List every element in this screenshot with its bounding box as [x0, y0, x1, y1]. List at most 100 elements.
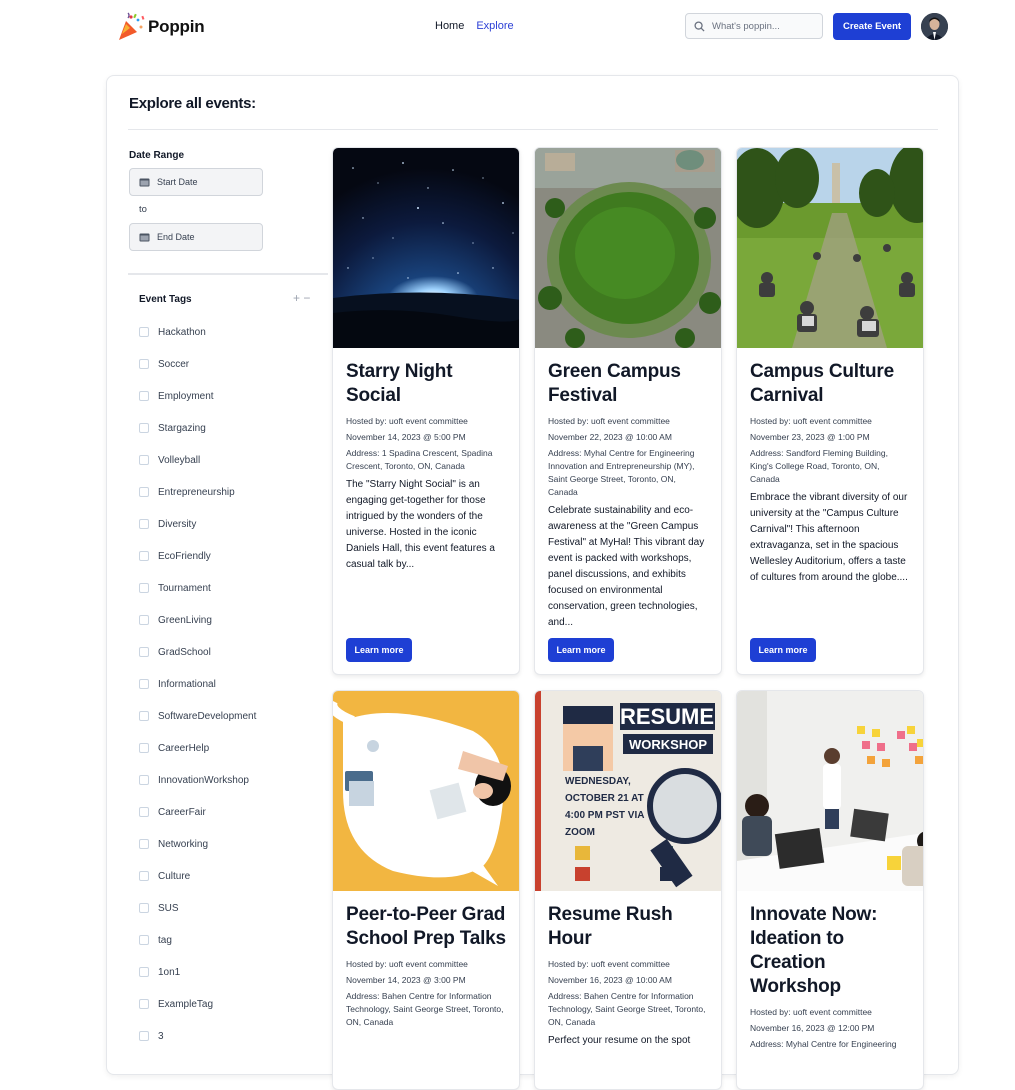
- event-title: Campus Culture Carnival: [750, 361, 894, 406]
- tag-checkbox[interactable]: [139, 551, 149, 561]
- tag-checkbox[interactable]: [139, 423, 149, 433]
- page-title: Explore all events:: [129, 95, 256, 112]
- event-image-green-campus: [535, 148, 721, 348]
- tag-checkbox[interactable]: [139, 647, 149, 657]
- app-name: Poppin: [148, 17, 205, 36]
- event-card[interactable]: Campus Culture Carnival Hosted by: uoft …: [736, 147, 924, 675]
- tag-filter-item[interactable]: Diversity: [139, 517, 196, 531]
- tag-checkbox[interactable]: [139, 679, 149, 689]
- search-box[interactable]: [685, 13, 823, 39]
- event-card[interactable]: RESUME WORKSHOP WEDNESDAY, OCTOBER 21 AT…: [534, 690, 722, 1090]
- create-event-button[interactable]: Create Event: [833, 13, 911, 40]
- tag-checkbox[interactable]: [139, 967, 149, 977]
- event-address: Address: 1 Spadina Crescent, Spadina Cre…: [346, 448, 493, 471]
- tag-label: Tournament: [158, 582, 211, 594]
- tag-filter-item[interactable]: EcoFriendly: [139, 549, 211, 563]
- event-address: Address: Myhal Centre for Engineering: [750, 1039, 897, 1049]
- tag-label: tag: [158, 934, 172, 946]
- tag-filter-item[interactable]: tag: [139, 933, 172, 947]
- event-card[interactable]: Innovate Now: Ideation to Creation Works…: [736, 690, 924, 1090]
- tag-checkbox[interactable]: [139, 615, 149, 625]
- user-avatar[interactable]: [921, 13, 948, 40]
- event-title: Starry Night Social: [346, 361, 453, 406]
- tag-filter-item[interactable]: ExampleTag: [139, 997, 213, 1011]
- end-date-input[interactable]: End Date: [129, 223, 263, 251]
- tag-checkbox[interactable]: [139, 391, 149, 401]
- tag-filter-item[interactable]: CareerFair: [139, 805, 206, 819]
- tag-checkbox[interactable]: [139, 935, 149, 945]
- tag-label: 3: [158, 1030, 164, 1042]
- search-input[interactable]: [712, 20, 812, 32]
- event-card[interactable]: Starry Night Social Hosted by: uoft even…: [332, 147, 520, 675]
- event-address: Address: Myhal Centre for Engineering In…: [548, 448, 695, 497]
- tag-filter-item[interactable]: Networking: [139, 837, 208, 851]
- tag-checkbox[interactable]: [139, 903, 149, 913]
- tag-label: CareerHelp: [158, 742, 210, 754]
- tag-filter-item[interactable]: Tournament: [139, 581, 211, 595]
- learn-more-button[interactable]: Learn more: [346, 638, 412, 662]
- party-popper-icon: [119, 12, 145, 40]
- tag-label: CareerFair: [158, 806, 206, 818]
- tag-label: GreenLiving: [158, 614, 212, 626]
- event-title: Innovate Now: Ideation to Creation Works…: [750, 904, 878, 997]
- event-image-starry-night: [333, 148, 519, 348]
- tag-checkbox[interactable]: [139, 487, 149, 497]
- nav-explore-link[interactable]: Explore: [476, 20, 513, 32]
- poster-date-line: 4:00 PM PST VIA: [565, 810, 644, 821]
- event-tags-title: Event Tags: [139, 294, 192, 305]
- event-datetime: November 16, 2023 @ 10:00 AM: [548, 975, 672, 985]
- tag-filter-item[interactable]: Stargazing: [139, 421, 206, 435]
- tag-filter-item[interactable]: GradSchool: [139, 645, 211, 659]
- tag-filter-item[interactable]: Volleyball: [139, 453, 200, 467]
- tag-filter-item[interactable]: CareerHelp: [139, 741, 209, 755]
- tag-label: Employment: [158, 390, 214, 402]
- tag-checkbox[interactable]: [139, 775, 149, 785]
- event-description: Perfect your resume on the spot: [548, 1035, 691, 1046]
- poster-workshop-text: WORKSHOP: [629, 737, 707, 752]
- tag-checkbox[interactable]: [139, 327, 149, 337]
- event-card[interactable]: Green Campus Festival Hosted by: uoft ev…: [534, 147, 722, 675]
- tag-filter-item[interactable]: GreenLiving: [139, 613, 212, 627]
- tag-checkbox[interactable]: [139, 1031, 149, 1041]
- tag-filter-item[interactable]: Soccer: [139, 357, 189, 371]
- tag-label: Informational: [158, 678, 216, 690]
- tag-checkbox[interactable]: [139, 839, 149, 849]
- event-description: Embrace the vibrant diversity of our uni…: [750, 492, 908, 583]
- tag-label: Hackathon: [158, 326, 206, 338]
- tag-filter-item[interactable]: 3: [139, 1029, 164, 1043]
- tag-checkbox[interactable]: [139, 519, 149, 529]
- tag-filter-item[interactable]: Employment: [139, 389, 214, 403]
- tag-filter-item[interactable]: SoftwareDevelopment: [139, 709, 256, 723]
- title-divider: [128, 129, 938, 130]
- tag-checkbox[interactable]: [139, 807, 149, 817]
- tag-checkbox[interactable]: [139, 359, 149, 369]
- event-host: Hosted by: uoft event committee: [548, 959, 670, 969]
- tag-label: SoftwareDevelopment: [158, 710, 257, 722]
- tags-expand-collapse[interactable]: + −: [293, 291, 310, 305]
- tag-checkbox[interactable]: [139, 999, 149, 1009]
- tag-filter-item[interactable]: Hackathon: [139, 325, 206, 339]
- tag-checkbox[interactable]: [139, 871, 149, 881]
- event-host: Hosted by: uoft event committee: [750, 416, 872, 426]
- tag-label: 1on1: [158, 966, 181, 978]
- tag-filter-item[interactable]: InnovationWorkshop: [139, 773, 249, 787]
- learn-more-button[interactable]: Learn more: [750, 638, 816, 662]
- event-image-innovate-workshop: [737, 691, 923, 891]
- tag-label: Diversity: [158, 518, 197, 530]
- start-date-input[interactable]: Start Date: [129, 168, 263, 196]
- tag-checkbox[interactable]: [139, 583, 149, 593]
- tag-checkbox[interactable]: [139, 455, 149, 465]
- tag-filter-item[interactable]: 1on1: [139, 965, 180, 979]
- tag-checkbox[interactable]: [139, 743, 149, 753]
- tag-filter-item[interactable]: Culture: [139, 869, 190, 883]
- event-host: Hosted by: uoft event committee: [346, 959, 468, 969]
- tag-filter-item[interactable]: Informational: [139, 677, 216, 691]
- logo[interactable]: Poppin: [116, 12, 205, 42]
- tag-filter-item[interactable]: SUS: [139, 901, 179, 915]
- nav-home-link[interactable]: Home: [435, 20, 464, 32]
- tag-filter-item[interactable]: Entrepreneurship: [139, 485, 235, 499]
- calendar-icon: [139, 178, 150, 187]
- event-card[interactable]: Peer-to-Peer Grad School Prep Talks Host…: [332, 690, 520, 1090]
- learn-more-button[interactable]: Learn more: [548, 638, 614, 662]
- tag-checkbox[interactable]: [139, 711, 149, 721]
